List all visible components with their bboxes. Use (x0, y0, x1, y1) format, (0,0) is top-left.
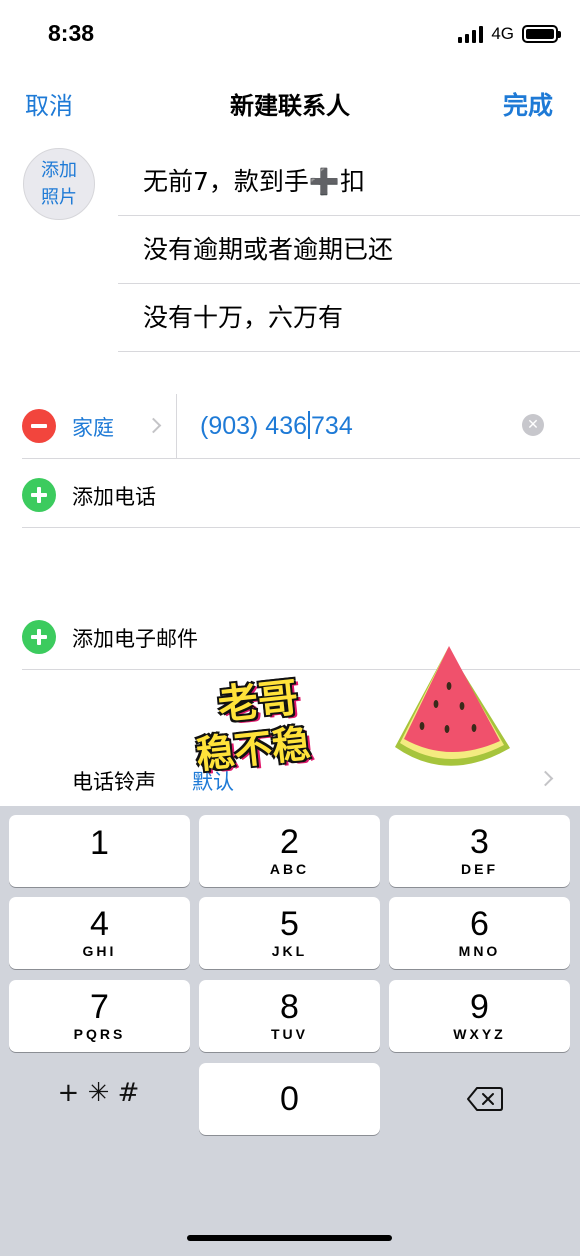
add-phone-row[interactable]: 添加电话 (22, 459, 580, 528)
clear-icon[interactable]: ✕ (522, 414, 544, 436)
first-name-field[interactable]: 无前7，款到手➕扣 (118, 148, 580, 216)
key-3[interactable]: 3 DEF (389, 815, 570, 887)
key-4[interactable]: 4 GHI (9, 897, 190, 969)
key-1[interactable]: 1 (9, 815, 190, 887)
remove-phone-button[interactable] (22, 409, 56, 443)
sticker-line2: 稳不稳 (194, 721, 313, 778)
done-button[interactable]: 完成 (503, 86, 553, 122)
battery-icon (522, 25, 561, 43)
add-photo-button[interactable]: 添加 照片 (23, 148, 95, 220)
key-6[interactable]: 6 MNO (389, 897, 570, 969)
add-photo-label-line2: 照片 (41, 187, 77, 208)
last-name-field[interactable]: 没有逾期或者逾期已还 (118, 216, 580, 284)
network-type: 4G (491, 24, 514, 43)
status-indicators: 4G (458, 24, 561, 44)
add-phone-label: 添加电话 (72, 485, 156, 509)
cancel-button[interactable]: 取消 (25, 86, 73, 121)
key-number: 4 (90, 905, 109, 943)
key-5[interactable]: 5 JKL (199, 897, 380, 969)
key-7[interactable]: 7 PQRS (9, 980, 190, 1052)
watermelon-sticker (395, 646, 510, 766)
key-letters: GHI (82, 943, 117, 959)
key-2[interactable]: 2 ABC (199, 815, 380, 887)
phone-label-selector[interactable]: 家庭 (72, 412, 114, 442)
divider (176, 394, 177, 458)
key-letters: ABC (269, 861, 310, 877)
phone-number-part1: (903) 436 (200, 412, 308, 440)
key-number: 0 (280, 1080, 299, 1118)
ringtone-label: 电话铃声 (72, 770, 156, 794)
phone-number-part2: 734 (311, 412, 353, 440)
signal-bars-icon (458, 25, 484, 43)
key-letters: PQRS (73, 1026, 126, 1042)
key-0[interactable]: 0 (199, 1063, 380, 1135)
key-8[interactable]: 8 TUV (199, 980, 380, 1052)
page-title: 新建联系人 (230, 92, 350, 120)
plus-circle-icon (22, 620, 56, 654)
key-number: 7 (90, 988, 109, 1026)
key-9[interactable]: 9 WXYZ (389, 980, 570, 1052)
backspace-icon[interactable] (466, 1086, 504, 1112)
key-number: 1 (90, 824, 109, 862)
status-time: 8:38 (48, 20, 95, 46)
key-number: 2 (280, 823, 299, 861)
company-field[interactable]: 没有十万，六万有 (118, 284, 580, 352)
key-number: 5 (280, 905, 299, 943)
chevron-right-icon[interactable] (537, 770, 554, 787)
key-letters: MNO (458, 943, 501, 959)
key-letters: WXYZ (453, 1026, 506, 1042)
symbols-key[interactable]: + ✳ # (8, 1078, 189, 1108)
minus-icon (31, 424, 47, 428)
key-letters: TUV (271, 1026, 308, 1042)
key-letters: JKL (271, 943, 308, 959)
phone-row: 家庭 (903) 436 734 ✕ (22, 394, 580, 459)
numeric-keypad: 1 2 ABC 3 DEF 4 GHI 5 JKL 6 MNO 7 PQRS 8… (0, 806, 580, 1256)
key-letters: DEF (461, 861, 498, 877)
phone-number-input[interactable]: (903) 436 734 (200, 411, 353, 441)
text-caret (308, 411, 311, 439)
home-indicator[interactable] (187, 1235, 392, 1241)
key-number: 6 (470, 905, 489, 943)
add-photo-label-line1: 添加 (41, 160, 77, 181)
add-email-label: 添加电子邮件 (72, 627, 198, 651)
plus-circle-icon (22, 478, 56, 512)
key-number: 9 (470, 988, 489, 1026)
chevron-right-icon[interactable] (145, 417, 162, 434)
text-sticker: 老哥 稳不稳 (190, 675, 335, 786)
key-number: 3 (470, 823, 489, 861)
key-number: 8 (280, 988, 299, 1026)
